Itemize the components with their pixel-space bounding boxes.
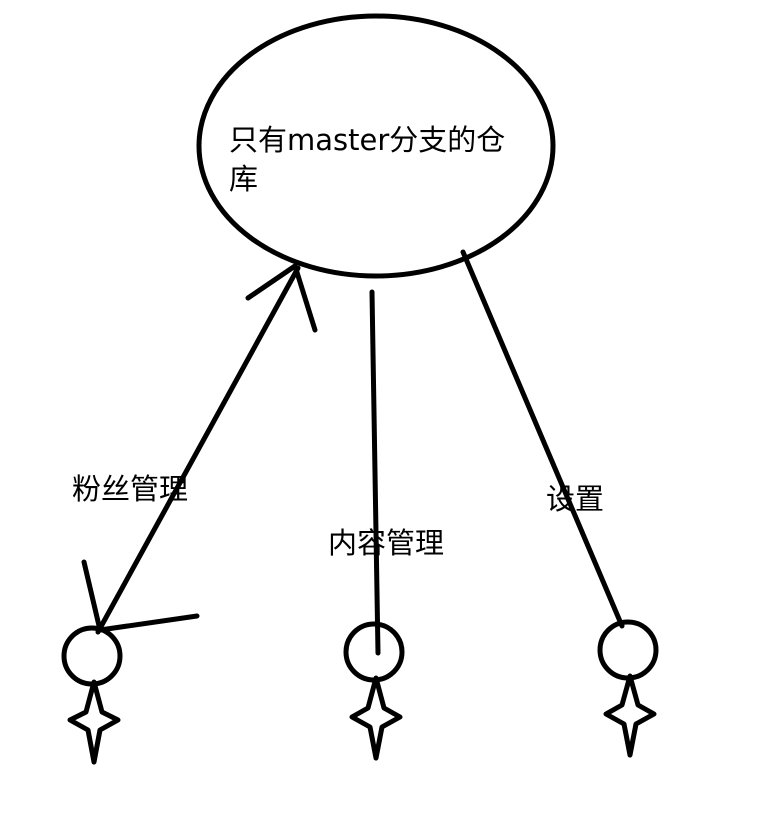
diagram-canvas: 只有master分支的仓库 粉丝管理 内容管理 设置 — [0, 0, 773, 828]
content-management-label: 内容管理 — [328, 526, 445, 560]
settings-label: 设置 — [546, 482, 605, 516]
fans-actor-head — [61, 625, 123, 687]
fans-actor-star-icon — [67, 679, 121, 765]
content-actor — [343, 621, 405, 761]
content-actor-head — [343, 621, 405, 683]
settings-connector — [460, 249, 625, 629]
content-actor-star-icon — [349, 675, 403, 761]
repository-label: 只有master分支的仓库 — [229, 123, 506, 197]
settings-actor-head — [597, 619, 659, 681]
settings-actor — [597, 619, 659, 758]
settings-actor-star-icon — [603, 673, 657, 758]
fans-management-label: 粉丝管理 — [72, 472, 189, 506]
content-connector — [369, 289, 381, 656]
fans-arrowhead-bottom — [81, 559, 200, 633]
fans-actor — [61, 625, 123, 765]
fans-connector — [95, 265, 301, 635]
